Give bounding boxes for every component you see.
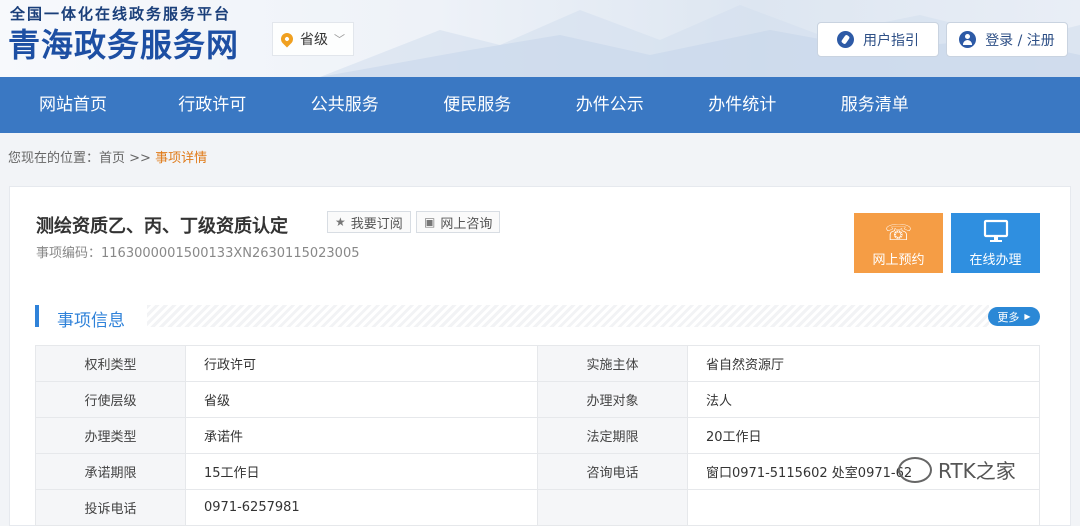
table-key: 法定期限	[537, 417, 688, 454]
star-icon: ★	[335, 215, 346, 229]
compass-icon	[837, 31, 854, 48]
more-button[interactable]: 更多 ▶	[988, 307, 1040, 326]
online-consult-button[interactable]: ▣ 网上咨询	[416, 211, 501, 233]
table-value: 法人	[687, 381, 1040, 418]
table-value: 承诺件	[185, 417, 538, 454]
online-consult-label: 网上咨询	[440, 216, 493, 232]
table-value: 省级	[185, 381, 538, 418]
table-row: 承诺期限 15工作日 咨询电话 窗口0971-5115602 处室0971-62	[35, 453, 1040, 490]
table-key	[537, 489, 688, 526]
nav-item-public-service[interactable]: 公共服务	[279, 77, 412, 133]
more-label: 更多	[997, 310, 1020, 324]
table-row: 行使层级 省级 办理对象 法人	[35, 381, 1040, 418]
login-register-label: 登录 / 注册	[985, 32, 1055, 49]
table-row: 权利类型 行政许可 实施主体 省自然资源厅	[35, 345, 1040, 382]
table-row: 办理类型 承诺件 法定期限 20工作日	[35, 417, 1040, 454]
section-marker	[35, 305, 39, 327]
location-pin-icon	[278, 30, 296, 48]
breadcrumb-current: 事项详情	[155, 151, 208, 166]
table-key: 咨询电话	[537, 453, 688, 490]
monitor-icon	[951, 219, 1040, 249]
table-key: 行使层级	[35, 381, 186, 418]
nav-item-convenience[interactable]: 便民服务	[411, 77, 544, 133]
table-key: 办理对象	[537, 381, 688, 418]
item-title: 测绘资质乙、丙、丁级资质认定	[36, 216, 288, 237]
table-row: 投诉电话 0971-6257981	[35, 489, 1040, 526]
table-value: 省自然资源厅	[687, 345, 1040, 382]
user-icon	[959, 31, 977, 48]
breadcrumb-prefix[interactable]: 您现在的位置：首页 >>	[8, 151, 151, 166]
section-title: 事项信息	[57, 311, 125, 331]
online-handling-label: 在线办理	[969, 253, 1022, 268]
chat-icon: ▣	[424, 215, 436, 229]
main-nav: 网站首页 行政许可 公共服务 便民服务 办件公示 办件统计 服务清单	[0, 77, 1080, 133]
region-label: 省级	[300, 32, 328, 48]
item-code: 事项编码：1163000001500133XN2630115023005	[36, 246, 360, 261]
subscribe-label: 我要订阅	[350, 216, 403, 232]
breadcrumb: 您现在的位置：首页 >> 事项详情	[0, 133, 1080, 185]
wechat-icon	[898, 456, 932, 483]
region-selector[interactable]: 省级 ﹀	[272, 22, 354, 56]
user-guide-button[interactable]: 用户指引	[817, 22, 939, 57]
phone-icon: ☏	[884, 221, 913, 246]
section-divider	[147, 305, 989, 327]
site-logo[interactable]: 青海政务服务网	[8, 20, 239, 66]
nav-item-admin-license[interactable]: 行政许可	[146, 77, 279, 133]
site-header: 全国一体化在线政务服务平台 青海政务服务网 省级 ﹀ 用户指引 登录 / 注册	[0, 0, 1080, 77]
nav-item-case-publicity[interactable]: 办件公示	[544, 77, 677, 133]
nav-item-home[interactable]: 网站首页	[0, 77, 146, 133]
play-arrow-icon: ▶	[1024, 312, 1031, 321]
online-handling-button[interactable]: 在线办理	[951, 213, 1040, 273]
chevron-down-icon: ﹀	[334, 33, 345, 46]
online-appointment-label: 网上预约	[872, 253, 925, 268]
table-value	[687, 489, 1040, 526]
subscribe-button[interactable]: ★ 我要订阅	[327, 211, 411, 233]
nav-item-service-list[interactable]: 服务清单	[809, 77, 942, 133]
table-value: 0971-6257981	[185, 489, 538, 526]
nav-item-case-stats[interactable]: 办件统计	[676, 77, 809, 133]
table-key: 投诉电话	[35, 489, 186, 526]
table-value: 行政许可	[185, 345, 538, 382]
user-guide-label: 用户指引	[863, 32, 919, 49]
table-key: 实施主体	[537, 345, 688, 382]
table-value: 15工作日	[185, 453, 538, 490]
table-key: 办理类型	[35, 417, 186, 454]
info-table: 权利类型 行政许可 实施主体 省自然资源厅 行使层级 省级 办理对象 法人 办理…	[35, 345, 1040, 526]
login-register-button[interactable]: 登录 / 注册	[946, 22, 1068, 57]
table-value: 20工作日	[687, 417, 1040, 454]
online-appointment-button[interactable]: ☏ 网上预约	[854, 213, 943, 273]
watermark: RTK之家	[898, 455, 1016, 484]
table-key: 权利类型	[35, 345, 186, 382]
watermark-text: RTK之家	[938, 459, 1016, 483]
table-key: 承诺期限	[35, 453, 186, 490]
